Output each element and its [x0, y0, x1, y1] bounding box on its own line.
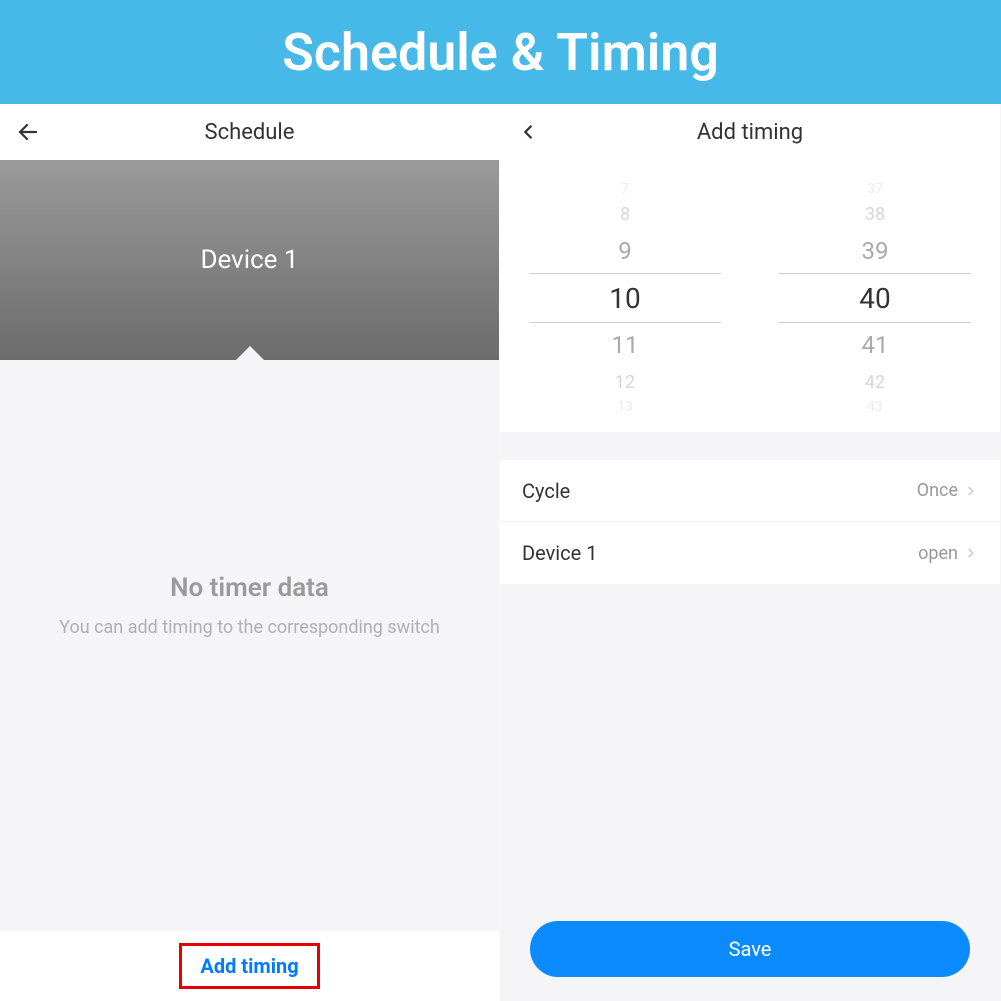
chevron-right-icon: [964, 484, 978, 498]
add-timing-label: Add timing: [200, 954, 298, 978]
timing-options: Cycle Once Device 1 open: [500, 460, 1000, 584]
picker-minute-selected: 40: [779, 273, 970, 323]
picker-minute: 43: [763, 397, 988, 417]
picker-minute: 42: [763, 367, 988, 397]
add-timing-button[interactable]: Add timing: [179, 943, 319, 989]
picker-minute: 37: [763, 179, 988, 199]
arrow-left-icon: [16, 120, 40, 144]
picker-minute: 38: [763, 199, 988, 229]
save-label: Save: [729, 937, 772, 961]
schedule-panel: Schedule Device 1 No timer data You can …: [0, 104, 500, 1001]
chevron-left-icon: [517, 121, 539, 143]
chevron-right-icon: [964, 546, 978, 560]
picker-hour: 12: [513, 367, 738, 397]
schedule-title: Schedule: [205, 120, 295, 145]
device-option-label: Device 1: [522, 541, 597, 565]
schedule-bottom-bar: Add timing: [0, 931, 499, 1001]
device-name: Device 1: [200, 245, 298, 275]
add-timing-nav: Add timing: [500, 104, 1000, 160]
add-timing-title: Add timing: [697, 120, 803, 145]
add-timing-panel: Add timing 7 8 9 10 11 12 13 37 38 39 40: [500, 104, 1000, 1001]
empty-subtitle: You can add timing to the corresponding …: [59, 617, 440, 638]
device-banner[interactable]: Device 1: [0, 160, 499, 360]
panels-container: Schedule Device 1 No timer data You can …: [0, 104, 1001, 1001]
banner-title: Schedule & Timing: [282, 22, 719, 83]
picker-minute: 39: [763, 229, 988, 273]
picker-hour: 11: [513, 323, 738, 367]
picker-hour: 9: [513, 229, 738, 273]
empty-state: No timer data You can add timing to the …: [0, 360, 499, 931]
picker-hour-selected: 10: [529, 273, 720, 323]
back-button[interactable]: [14, 118, 42, 146]
cycle-value: Once: [917, 480, 958, 501]
time-picker[interactable]: 7 8 9 10 11 12 13 37 38 39 40 41 42 43: [500, 160, 1000, 432]
empty-title: No timer data: [170, 573, 329, 603]
picker-hour: 8: [513, 199, 738, 229]
cycle-label: Cycle: [522, 479, 570, 503]
picker-hour: 7: [513, 179, 738, 199]
schedule-nav: Schedule: [0, 104, 499, 160]
picker-minute: 41: [763, 323, 988, 367]
save-button[interactable]: Save: [530, 921, 970, 977]
cycle-option-row[interactable]: Cycle Once: [500, 460, 1000, 522]
back-button[interactable]: [514, 118, 542, 146]
picker-hour: 13: [513, 397, 738, 417]
device-option-row[interactable]: Device 1 open: [500, 522, 1000, 584]
page-banner: Schedule & Timing: [0, 0, 1001, 104]
spacer: [500, 584, 1000, 911]
hour-picker-column[interactable]: 7 8 9 10 11 12 13: [513, 168, 738, 428]
device-option-value: open: [918, 543, 958, 564]
minute-picker-column[interactable]: 37 38 39 40 41 42 43: [763, 168, 988, 428]
add-timing-bottom-bar: Save: [500, 911, 1000, 1001]
